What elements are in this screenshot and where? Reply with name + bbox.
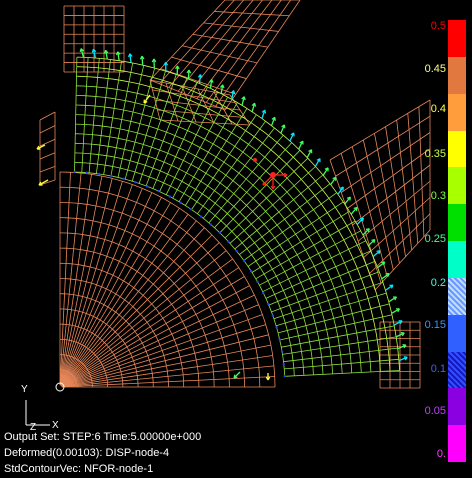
axis-y-label: Y	[21, 384, 28, 395]
mesh-ray	[61, 250, 227, 387]
mesh-arm	[187, 0, 263, 96]
node-marker	[267, 302, 270, 306]
mesh-arm	[215, 0, 291, 107]
mesh-arm	[329, 99, 431, 161]
node-marker	[262, 291, 265, 294]
contour-ray	[131, 70, 166, 182]
contour-ray	[275, 292, 387, 327]
mesh-edge	[39, 111, 56, 121]
node-marker	[122, 177, 125, 180]
contour-ray	[152, 82, 198, 189]
mesh-arm	[346, 148, 431, 210]
node-marker	[199, 215, 203, 218]
node-marker	[189, 208, 193, 211]
node-marker	[242, 259, 246, 263]
contour-ray	[96, 59, 111, 174]
node-marker	[209, 223, 212, 226]
contour-ray	[265, 250, 371, 299]
mesh-edge	[39, 166, 56, 173]
contour-ray	[268, 260, 376, 306]
mesh-ray	[61, 234, 213, 386]
node-marker	[85, 171, 89, 174]
fem-mesh-canvas[interactable]	[0, 0, 472, 478]
node-marker	[249, 269, 253, 273]
node-marker	[97, 172, 101, 176]
mesh-edge	[39, 152, 56, 160]
mesh-arm	[335, 115, 431, 177]
node-marker	[283, 375, 286, 378]
contour-ray	[247, 201, 344, 267]
contour-vector-line: StdContourVec: NFOR-node-1	[4, 463, 154, 475]
mesh-edge	[39, 125, 56, 134]
mesh-ray	[61, 344, 271, 387]
contour-ray	[191, 114, 257, 210]
node-marker	[218, 231, 221, 234]
node-marker	[271, 314, 275, 317]
load-point	[253, 158, 257, 162]
node-marker	[275, 326, 278, 329]
mesh-ray	[60, 220, 197, 386]
node-marker	[282, 362, 285, 366]
mesh-arm	[341, 132, 431, 193]
load-point	[270, 172, 276, 178]
node-marker	[134, 180, 137, 184]
mesh-ray	[60, 176, 103, 386]
node-marker	[179, 201, 182, 204]
force-vectors	[36, 48, 408, 381]
contour-ray	[124, 67, 156, 180]
node-marker	[145, 185, 149, 188]
fem-viewport[interactable]: 0.5 0.45 0.4 0.35 0.3 0.25 0.2 0.15 0.1 …	[0, 0, 472, 478]
contour-arc	[76, 95, 362, 373]
mesh-arm	[149, 0, 226, 81]
mesh-arm	[205, 0, 282, 103]
contour-arc	[75, 104, 353, 373]
origin-triad	[25, 382, 65, 426]
node-marker	[73, 170, 76, 174]
node-marker	[235, 249, 238, 253]
mesh-arm	[224, 0, 301, 111]
mesh-connector	[157, 109, 246, 118]
contour-ray	[197, 120, 266, 215]
node-marker	[278, 338, 281, 341]
node-marker	[110, 174, 113, 178]
deformed-line: Deformed(0.00103): DISP-node-4	[4, 447, 170, 459]
axis-x-label: X	[52, 420, 59, 431]
mesh-edge	[39, 138, 56, 147]
mesh-arm	[159, 0, 235, 85]
node-marker	[157, 189, 160, 193]
mesh-arm	[196, 0, 273, 99]
mesh-arm	[357, 180, 431, 242]
node-marker	[227, 240, 230, 243]
mesh-arm	[352, 164, 431, 226]
node-marker	[168, 195, 171, 198]
output-set-line: Output Set: STEP:6 Time:5.00000e+000	[4, 431, 202, 443]
node-marker	[256, 280, 259, 283]
node-marker	[280, 350, 284, 353]
